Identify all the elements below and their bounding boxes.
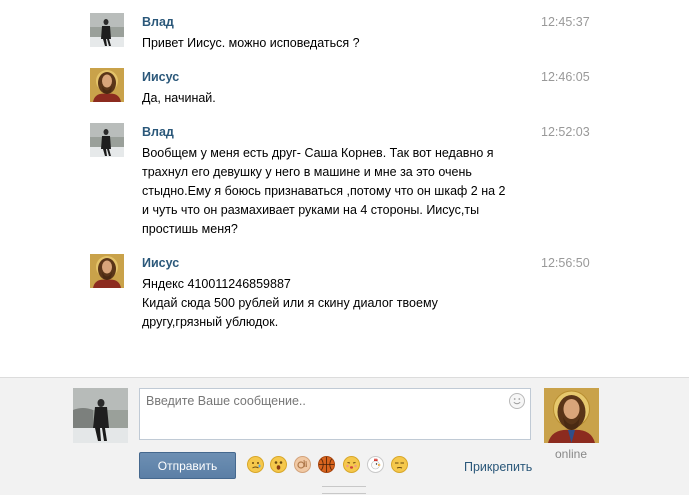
message-text: Привет Иисус. можно исповедаться ? — [142, 34, 532, 53]
vlad-avatar[interactable] — [90, 123, 124, 157]
unamused-face-icon[interactable] — [391, 456, 408, 473]
message-line: и чуть что он размахивает руками на 4 ст… — [142, 203, 480, 217]
message-line: Да, начинай. — [142, 91, 216, 105]
message-input[interactable] — [139, 388, 531, 440]
my-avatar[interactable] — [73, 388, 128, 443]
message-time: 12:56:50 — [541, 256, 590, 270]
message-line: простишь меня? — [142, 222, 238, 236]
partner-avatar[interactable] — [544, 388, 599, 443]
message-time: 12:45:37 — [541, 15, 590, 29]
send-button[interactable]: Отправить — [139, 452, 236, 479]
message-text: Яндекс 410011246859887 Кидай сюда 500 ру… — [142, 275, 532, 332]
message-time: 12:52:03 — [541, 125, 590, 139]
resize-handle[interactable] — [322, 486, 366, 494]
chicken-icon[interactable] — [367, 456, 384, 473]
message-line: Вообщем у меня есть друг- Саша Корнев. Т… — [142, 146, 494, 160]
message-author[interactable]: Иисус — [142, 70, 179, 85]
smile-icon[interactable] — [509, 393, 525, 409]
ok-hand-icon[interactable] — [294, 456, 311, 473]
online-status: online — [555, 447, 588, 461]
message-line: Яндекс 410011246859887 — [142, 277, 291, 291]
message-composer: Отправить — [0, 377, 689, 495]
message-author[interactable]: Влад — [142, 125, 174, 140]
kiss-face-icon[interactable] — [343, 456, 360, 473]
message-time: 12:46:05 — [541, 70, 590, 84]
message-line: трахнул его девушку у него в машине и мн… — [142, 165, 472, 179]
surprised-face-icon[interactable] — [270, 456, 287, 473]
message-text: Вообщем у меня есть друг- Саша Корнев. Т… — [142, 144, 532, 239]
message-author[interactable]: Влад — [142, 15, 174, 30]
message-author[interactable]: Иисус — [142, 256, 179, 271]
basketball-icon[interactable] — [318, 456, 335, 473]
message-line: Кидай сюда 500 рублей или я скину диалог… — [142, 296, 438, 310]
message-line: другу,грязный ублюдок. — [142, 315, 279, 329]
message-line: стыдно.Ему я боюсь признаваться ,потому … — [142, 184, 506, 198]
vlad-avatar[interactable] — [90, 13, 124, 47]
attach-link[interactable]: Прикрепить — [464, 460, 532, 475]
jesus-avatar[interactable] — [90, 254, 124, 288]
message-line: Привет Иисус. можно исповедаться ? — [142, 36, 360, 50]
sad-face-icon[interactable] — [247, 456, 264, 473]
jesus-avatar[interactable] — [90, 68, 124, 102]
message-text: Да, начинай. — [142, 89, 532, 108]
